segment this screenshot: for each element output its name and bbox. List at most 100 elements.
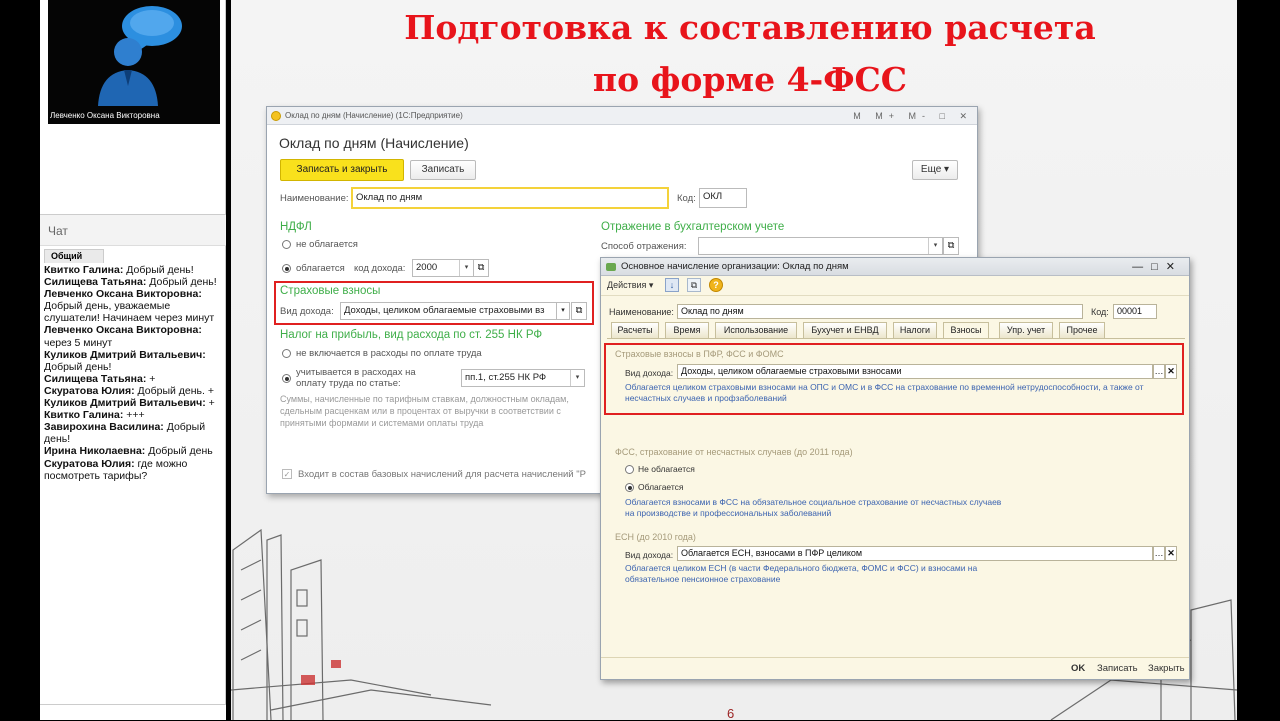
chat-message: Завирохина Василина: Добрый день! bbox=[44, 421, 222, 445]
win2-name-input[interactable]: Оклад по дням bbox=[677, 304, 1083, 319]
tab-time[interactable]: Время bbox=[665, 322, 709, 338]
fss-section-title: ФСС, страхование от несчастных случаев (… bbox=[615, 447, 853, 457]
chat-message: Квитко Галина: +++ bbox=[44, 409, 222, 421]
profit-not-included-label: не включается в расходы по оплате труда bbox=[296, 348, 482, 359]
more-button[interactable]: Еще ▾ bbox=[912, 160, 958, 180]
select-ellipsis-icon[interactable]: … bbox=[1153, 364, 1165, 379]
chat-message-text: + bbox=[146, 372, 156, 385]
chat-message: Куликов Дмитрий Витальевич: Добрый день! bbox=[44, 349, 222, 373]
win1-titlebar: Оклад по дням (Начисление) (1С:Предприят… bbox=[267, 107, 977, 125]
code-input[interactable]: ОКЛ bbox=[699, 188, 747, 208]
chat-tab-general[interactable]: Общий bbox=[44, 249, 104, 263]
chat-message-text: +++ bbox=[123, 409, 145, 422]
clear-icon[interactable]: ✕ bbox=[1165, 364, 1177, 379]
chat-message-text: + bbox=[205, 397, 215, 410]
chat-message-author: Завирохина Василина: bbox=[44, 421, 164, 434]
accounting-method-input[interactable]: ▾ bbox=[698, 237, 943, 255]
chat-message-author: Ирина Николаевна: bbox=[44, 445, 146, 458]
fss-not-taxed-label: Не облагается bbox=[638, 464, 695, 474]
open-icon[interactable]: ⧉ bbox=[473, 259, 489, 277]
select-ellipsis-icon[interactable]: … bbox=[1153, 546, 1165, 561]
slide-page-number: 6 bbox=[727, 706, 735, 721]
tab-calculations[interactable]: Расчеты bbox=[611, 322, 659, 338]
pfr-income-type-input[interactable]: Доходы, целиком облагаемые страховыми вз… bbox=[677, 364, 1153, 379]
presenter-video: Левченко Оксана Викторовна bbox=[48, 0, 220, 124]
code-label: Код: bbox=[677, 193, 696, 204]
ndfl-not-taxed-radio[interactable] bbox=[282, 240, 291, 249]
chat-message: Скуратова Юлия: где можно посмотреть тар… bbox=[44, 458, 222, 482]
chevron-down-icon[interactable]: ▾ bbox=[459, 260, 473, 276]
chat-message-author: Квитко Галина: bbox=[44, 264, 124, 276]
chat-message-text: Добрый день bbox=[145, 445, 213, 458]
tab-management[interactable]: Упр. учет bbox=[999, 322, 1053, 338]
save-button[interactable]: Записать bbox=[410, 160, 476, 180]
win2-title: Основное начисление организации: Оклад п… bbox=[621, 261, 849, 272]
ndfl-taxed-radio[interactable] bbox=[282, 264, 291, 273]
chat-message-author: Скуратова Юлия: bbox=[44, 384, 135, 397]
esn-income-type-input[interactable]: Облагается ЕСН, взносами в ПФР целиком bbox=[677, 546, 1153, 561]
presenter-avatar-icon bbox=[98, 6, 182, 106]
clear-icon[interactable]: ✕ bbox=[1165, 546, 1177, 561]
tab-contributions[interactable]: Взносы bbox=[943, 322, 989, 339]
slide-title-line2: по форме 4-ФСС bbox=[592, 60, 908, 99]
fss-taxed-radio[interactable] bbox=[625, 483, 634, 492]
win1-title: Оклад по дням (Начисление) (1С:Предприят… bbox=[285, 111, 463, 120]
open-icon[interactable]: ⧉ bbox=[943, 237, 959, 255]
window-org-accrual: Основное начисление организации: Оклад п… bbox=[600, 257, 1190, 680]
tab-accounting-envd[interactable]: Бухучет и ЕНВД bbox=[803, 322, 887, 338]
article-value: пп.1, ст.255 НК РФ bbox=[465, 372, 547, 383]
chevron-down-icon[interactable]: ▾ bbox=[556, 302, 570, 320]
save-and-close-button[interactable]: Записать и закрыть bbox=[280, 159, 404, 181]
chat-message: Силищева Татьяна: + bbox=[44, 373, 222, 385]
name-input[interactable]: Оклад по дням bbox=[351, 187, 669, 209]
win1-window-controls[interactable]: M M+ M- □ ✕ bbox=[853, 107, 973, 125]
win2-save-button[interactable]: Записать bbox=[1097, 663, 1138, 674]
ok-button[interactable]: OK bbox=[1071, 663, 1085, 674]
chat-message-text: Добрый день. + bbox=[134, 384, 214, 397]
pfr-note: Облагается целиком страховыми взносами н… bbox=[625, 382, 1144, 403]
ndfl-not-taxed-label: не облагается bbox=[296, 239, 358, 250]
income-code-input[interactable]: 2000 ▾ bbox=[412, 259, 474, 277]
tab-usage[interactable]: Использование bbox=[715, 322, 797, 338]
income-type-input[interactable]: Доходы, целиком облагаемые страховыми вз bbox=[340, 302, 570, 320]
chat-log: Квитко Галина: Добрый день! Силищева Тать… bbox=[44, 264, 222, 482]
chat-message: Квитко Галина: Добрый день! bbox=[44, 264, 222, 276]
chat-header: Чат bbox=[40, 214, 226, 246]
close-button[interactable]: Закрыть bbox=[1148, 663, 1185, 674]
open-icon[interactable]: ⧉ bbox=[571, 302, 587, 320]
win2-code-input[interactable]: 00001 bbox=[1113, 304, 1157, 319]
fss-not-taxed-radio[interactable] bbox=[625, 465, 634, 474]
win2-code-label: Код: bbox=[1091, 307, 1109, 317]
profit-included-radio[interactable] bbox=[282, 374, 291, 383]
profit-not-included-radio[interactable] bbox=[282, 349, 291, 358]
chat-message-author: Силищева Татьяна: bbox=[44, 372, 147, 385]
chevron-down-icon[interactable]: ▾ bbox=[570, 370, 584, 386]
income-code-value: 2000 bbox=[416, 262, 438, 273]
tab-other[interactable]: Прочее bbox=[1059, 322, 1105, 338]
income-type-label: Вид дохода: bbox=[280, 306, 334, 317]
article-input[interactable]: пп.1, ст.255 НК РФ ▾ bbox=[461, 369, 585, 387]
base-accruals-checkbox[interactable]: ✓ bbox=[282, 469, 292, 479]
chat-message: Левченко Оксана Викторовна: через 5 мину… bbox=[44, 324, 222, 348]
chat-message-author: Левченко Оксана Викторовна: bbox=[44, 324, 202, 337]
1c-logo-icon bbox=[271, 111, 281, 121]
income-type-value: Доходы, целиком облагаемые страховыми вз bbox=[344, 305, 545, 316]
tab-taxes[interactable]: Налоги bbox=[893, 322, 937, 338]
chat-message: Левченко Оксана Викторовна: Добрый день,… bbox=[44, 288, 222, 324]
chat-message: Силищева Татьяна: Добрый день! bbox=[44, 276, 222, 288]
save-icon[interactable]: ↓ bbox=[665, 278, 679, 292]
insurance-section-title: Страховые взносы bbox=[280, 285, 381, 297]
profit-included-label: учитывается в расходах на оплату труда п… bbox=[296, 367, 416, 389]
win2-window-controls[interactable]: —□✕ bbox=[1132, 258, 1183, 276]
base-accruals-label: Входит в состав базовых начислений для р… bbox=[298, 469, 586, 480]
actions-menu[interactable]: Действия ▾ bbox=[607, 280, 653, 291]
help-icon[interactable]: ? bbox=[709, 278, 723, 292]
chat-message-text: Добрый день! bbox=[146, 276, 217, 289]
win1-form-header: Оклад по дням (Начисление) bbox=[279, 135, 469, 151]
chat-input-area[interactable] bbox=[40, 704, 226, 720]
chat-title: Чат bbox=[48, 224, 68, 238]
win2-titlebar: Основное начисление организации: Оклад п… bbox=[601, 258, 1189, 276]
copy-icon[interactable]: ⧉ bbox=[687, 278, 701, 292]
ndfl-section-title: НДФЛ bbox=[280, 221, 312, 233]
chevron-down-icon[interactable]: ▾ bbox=[928, 238, 942, 254]
